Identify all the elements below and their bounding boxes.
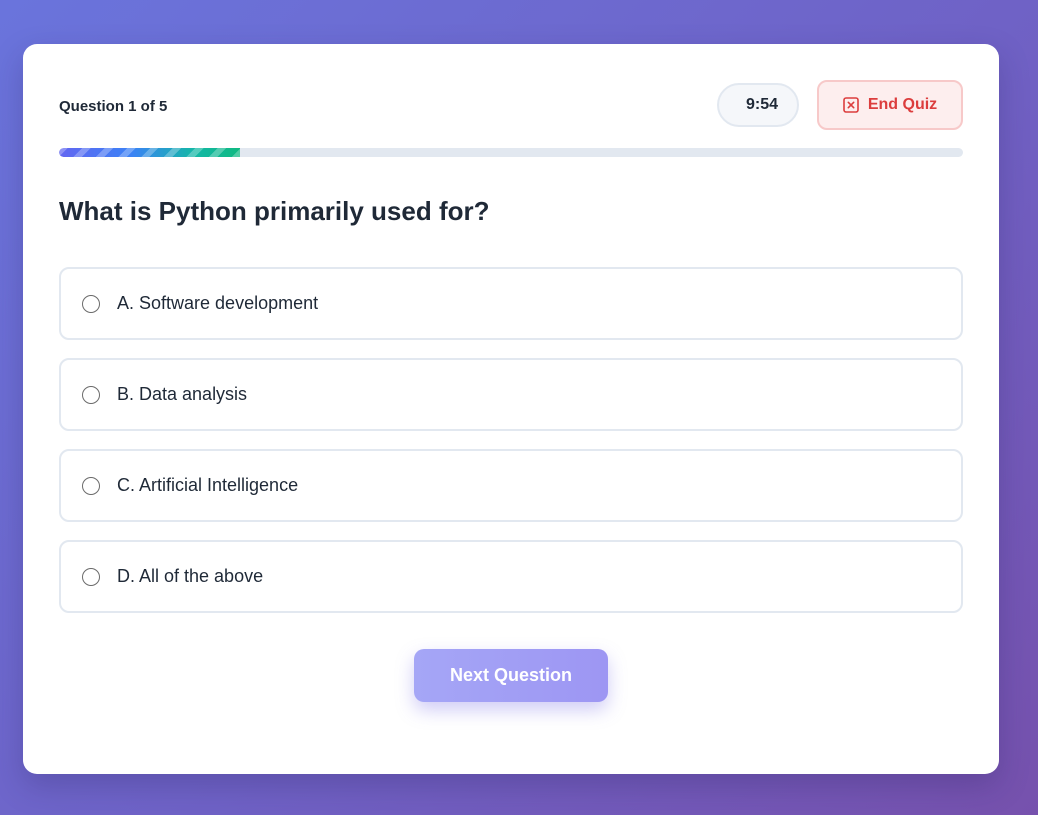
timer: 9:54	[717, 83, 799, 127]
end-quiz-button[interactable]: End Quiz	[817, 80, 963, 130]
option-d[interactable]: D. All of the above	[59, 540, 963, 613]
option-c[interactable]: C. Artificial Intelligence	[59, 449, 963, 522]
timer-value: 9:54	[745, 96, 779, 113]
option-a[interactable]: A. Software development	[59, 267, 963, 340]
radio-unchecked-icon[interactable]	[82, 567, 100, 586]
option-b[interactable]: B. Data analysis	[59, 358, 963, 431]
end-quiz-label: End Quiz	[867, 96, 938, 113]
radio-unchecked-icon[interactable]	[82, 294, 100, 313]
radio-unchecked-icon[interactable]	[82, 385, 100, 404]
option-label: B. Data analysis	[117, 384, 248, 404]
answer-options: A. Software development B. Data analysis…	[59, 267, 963, 631]
progress-bar	[59, 148, 963, 157]
option-label: A. Software development	[117, 293, 319, 313]
quiz-card: Question 1 of 5 9:54 End Quiz What is Py…	[23, 44, 999, 774]
next-question-label: Next Question	[449, 665, 573, 685]
close-square-icon	[843, 97, 859, 113]
radio-unchecked-icon[interactable]	[82, 476, 100, 495]
question-counter: Question 1 of 5	[59, 98, 168, 115]
next-question-button[interactable]: Next Question	[414, 649, 608, 702]
option-label: D. All of the above	[117, 566, 264, 586]
question-text: What is Python primarily used for?	[59, 196, 490, 226]
progress-fill	[59, 148, 240, 157]
option-label: C. Artificial Intelligence	[117, 475, 299, 495]
